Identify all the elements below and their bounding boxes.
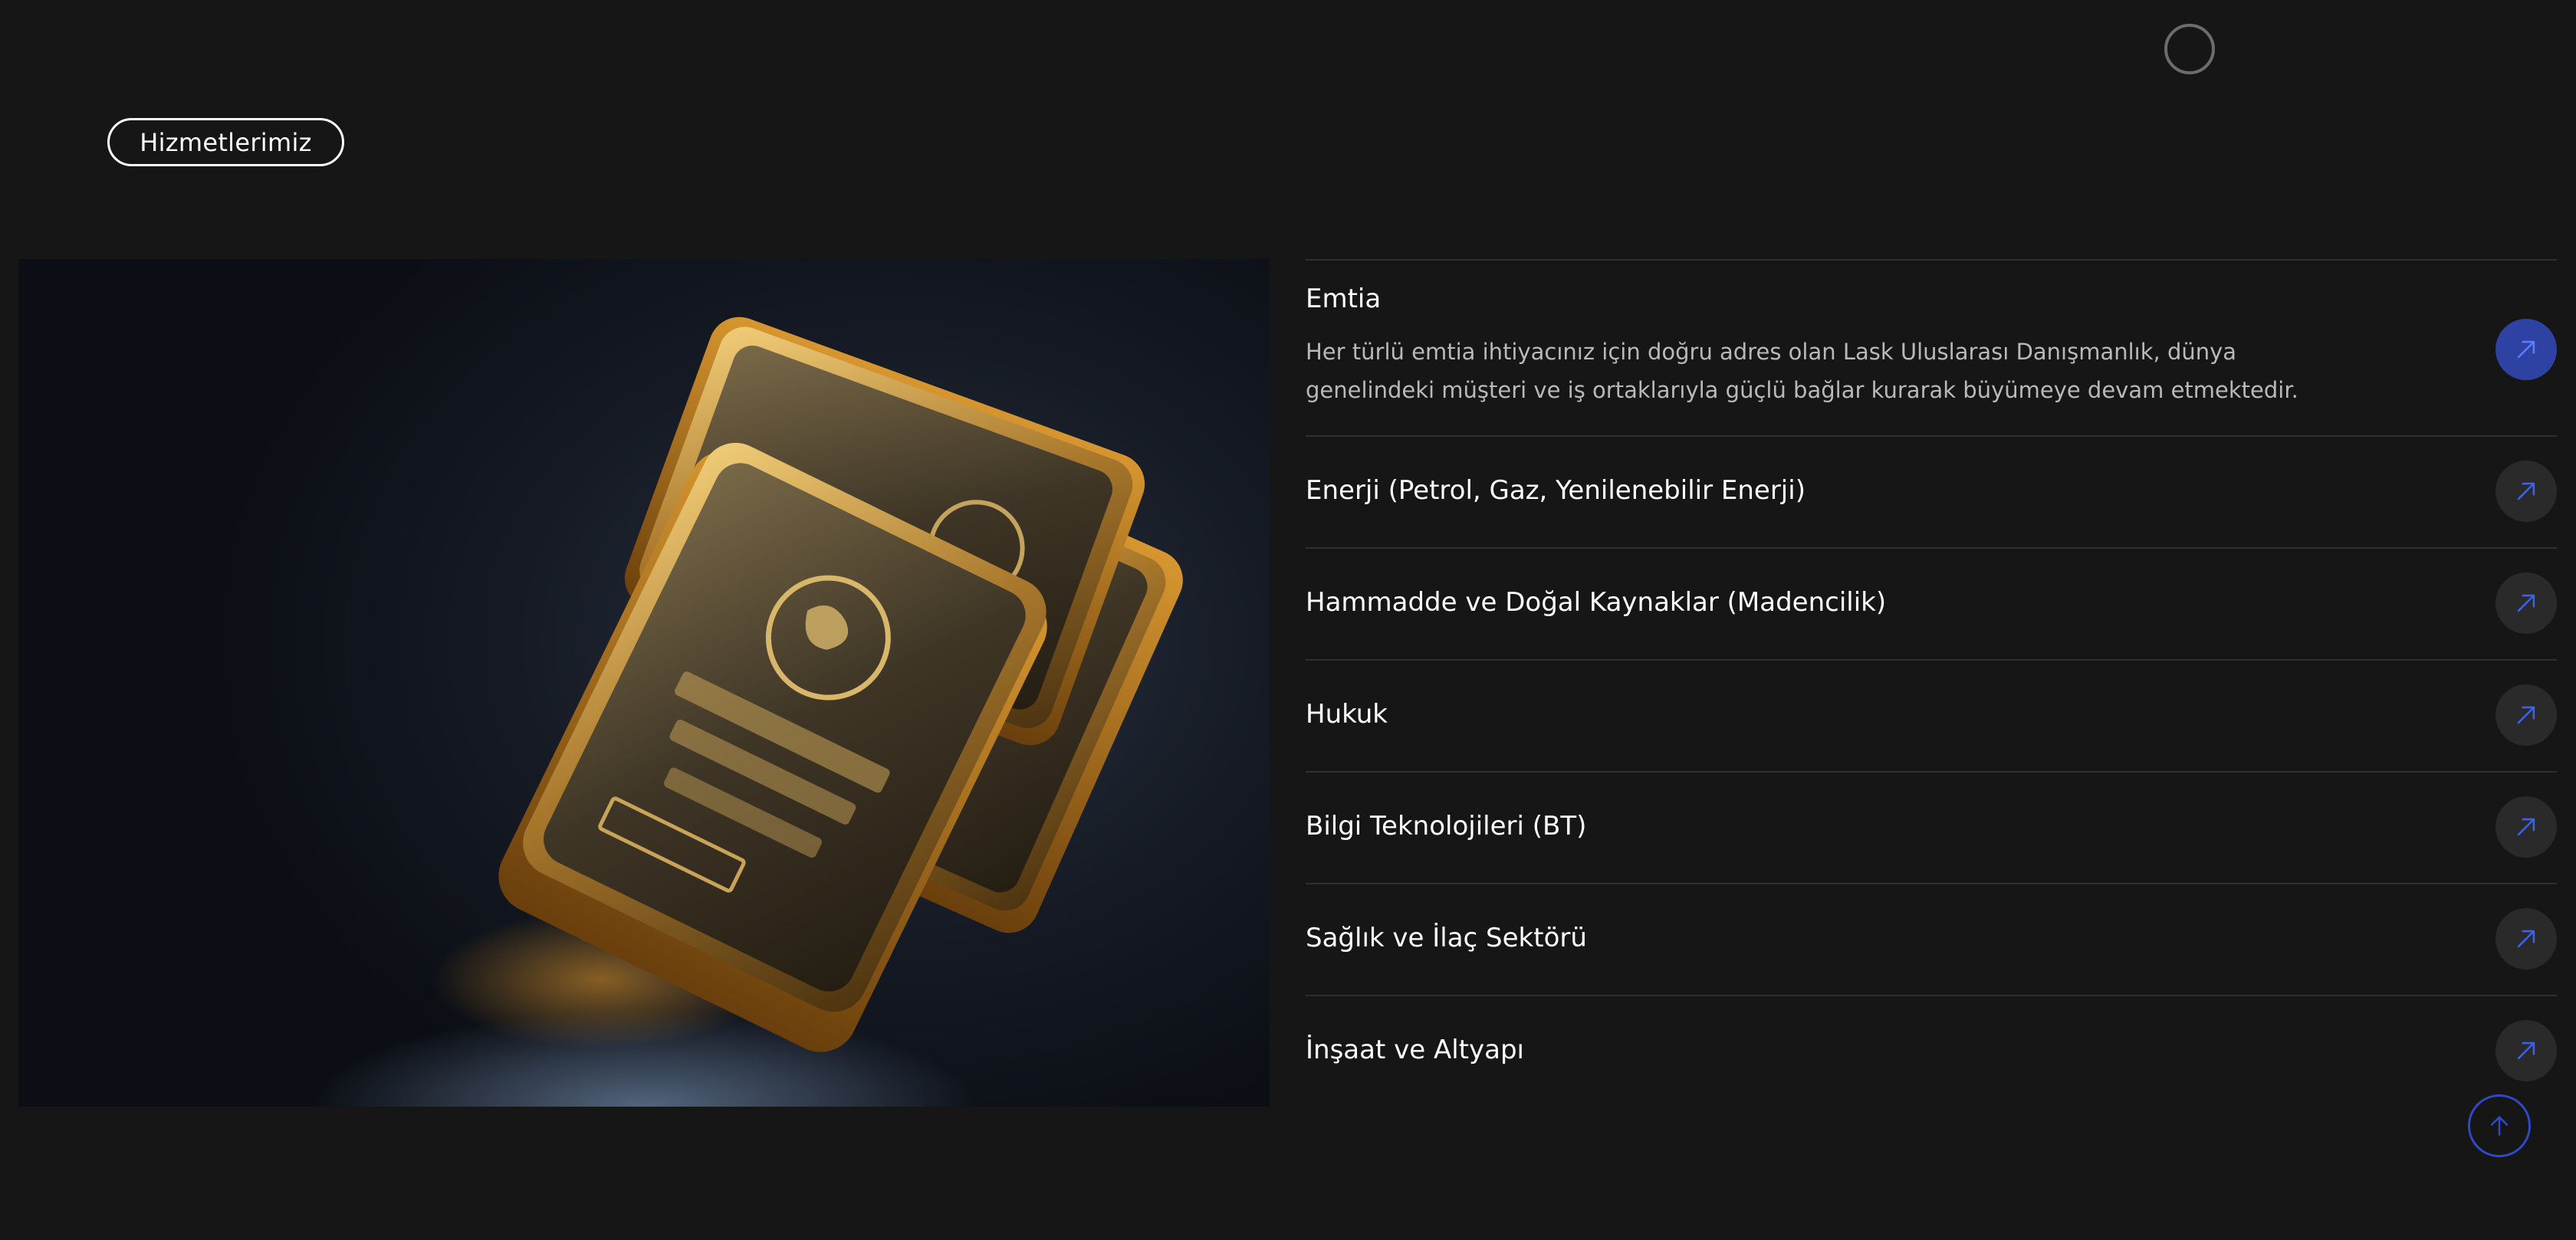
service-item-insaat[interactable]: İnşaat ve Altyapı (1306, 995, 2557, 1107)
service-title: Enerji (Petrol, Gaz, Yenilenebilir Enerj… (1306, 475, 1806, 506)
service-title: Bilgi Teknolojileri (BT) (1306, 811, 1587, 841)
service-item-enerji[interactable]: Enerji (Petrol, Gaz, Yenilenebilir Enerj… (1306, 435, 2557, 547)
services-list: Emtia Her türlü emtia ihtiyacınız için d… (1306, 259, 2557, 1107)
hero-image (18, 259, 1270, 1107)
service-title: Sağlık ve İlaç Sektörü (1306, 923, 1587, 953)
scroll-to-top-button[interactable] (2468, 1094, 2531, 1157)
gold-bars-illustration (432, 317, 1183, 1052)
service-item-hammadde[interactable]: Hammadde ve Doğal Kaynaklar (Madencilik) (1306, 547, 2557, 659)
arrow-up-right-icon[interactable] (2496, 796, 2557, 858)
arrow-up-right-icon[interactable] (2496, 461, 2557, 522)
service-item-emtia[interactable]: Emtia Her türlü emtia ihtiyacınız için d… (1306, 259, 2557, 435)
service-item-saglik[interactable]: Sağlık ve İlaç Sektörü (1306, 883, 2557, 995)
service-title: İnşaat ve Altyapı (1306, 1035, 1524, 1065)
arrow-up-right-icon[interactable] (2496, 319, 2557, 380)
service-title: Emtia (1306, 284, 1382, 314)
arrow-up-right-icon[interactable] (2496, 572, 2557, 634)
arrow-up-icon (2490, 1116, 2509, 1136)
section-badge: Hizmetlerimiz (107, 118, 344, 166)
arrow-up-right-icon[interactable] (2496, 908, 2557, 969)
arrow-up-right-icon[interactable] (2496, 684, 2557, 746)
service-title: Hukuk (1306, 699, 1388, 730)
service-item-bilgi-teknolojileri[interactable]: Bilgi Teknolojileri (BT) (1306, 771, 2557, 883)
service-title: Hammadde ve Doğal Kaynaklar (Madencilik) (1306, 587, 1887, 618)
cursor-ring-icon (2164, 24, 2215, 74)
arrow-up-right-icon[interactable] (2496, 1020, 2557, 1081)
service-item-hukuk[interactable]: Hukuk (1306, 659, 2557, 771)
service-description: Her türlü emtia ihtiyacınız için doğru a… (1306, 339, 2298, 403)
